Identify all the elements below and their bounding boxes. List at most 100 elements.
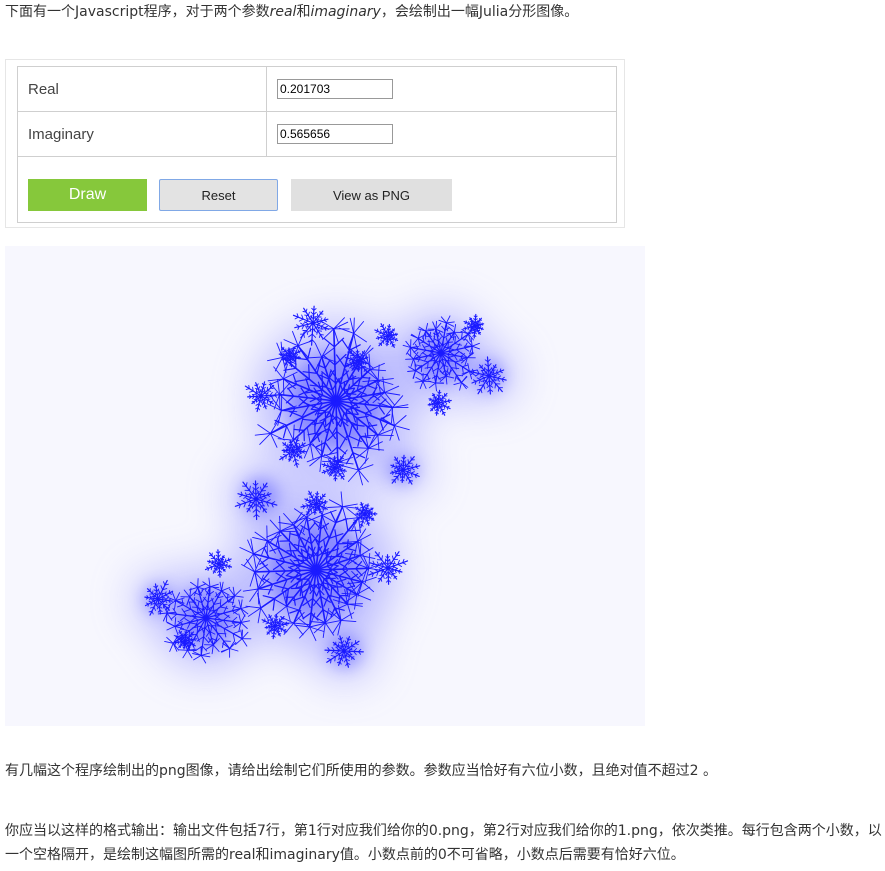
fractal-spike <box>211 625 222 627</box>
fractal-spike <box>435 374 437 384</box>
fractal-spike <box>397 563 403 567</box>
fractal-spike <box>361 365 363 370</box>
fractal-spike <box>430 397 432 401</box>
fractal-spike <box>393 575 395 580</box>
fractal-spike <box>308 496 313 499</box>
button-row: Draw Reset View as PNG <box>17 156 617 223</box>
fractal-spike <box>294 316 299 320</box>
fractal-spike <box>248 384 250 390</box>
fractal-spike <box>397 476 399 481</box>
fractal-spike <box>446 406 449 410</box>
fractal-spike <box>395 462 400 464</box>
fractal-spike <box>245 388 250 390</box>
real-input[interactable] <box>277 79 393 99</box>
fractal-spike <box>361 503 364 506</box>
fractal-spike <box>302 311 307 313</box>
button-cell: Draw Reset View as PNG <box>17 156 617 223</box>
fractal-spike <box>394 338 397 342</box>
fractal-spike <box>306 497 309 501</box>
fractal-spike <box>396 465 402 468</box>
real-label: Real <box>17 66 267 112</box>
fractal-spike <box>296 324 300 327</box>
fractal-spike <box>347 529 361 532</box>
view-as-png-button[interactable]: View as PNG <box>291 179 452 211</box>
fractal-spike <box>355 517 360 519</box>
fractal-spike <box>292 350 296 352</box>
fractal-spike <box>283 629 285 633</box>
fractal-spike <box>178 649 188 651</box>
fractal-spike <box>266 390 272 392</box>
julia-fractal-image <box>134 305 515 679</box>
fractal-spike <box>264 618 266 622</box>
fractal-spike <box>319 333 324 336</box>
fractal-spike <box>286 448 291 450</box>
fractal-spike <box>316 313 319 318</box>
fractal-spike <box>307 311 310 317</box>
fractal-spike <box>478 327 481 330</box>
real-input-cell <box>266 66 617 112</box>
fractal-spike <box>395 554 401 557</box>
fractal-spike <box>212 603 215 613</box>
fractal-spike <box>340 476 343 480</box>
fractal-spike <box>338 473 340 478</box>
imaginary-label: Imaginary <box>17 111 267 157</box>
fractal-spike <box>295 445 298 450</box>
fractal-spike <box>379 574 384 576</box>
fractal-spike <box>187 646 189 650</box>
fractal-spike <box>305 308 308 313</box>
control-panel: Real Imaginary Draw Reset View as PNG <box>5 59 625 228</box>
fractal-spike <box>334 656 336 662</box>
fractal-spike <box>298 318 304 322</box>
fractal-spike <box>480 328 483 331</box>
draw-button[interactable]: Draw <box>28 179 147 211</box>
fractal-spike <box>407 476 412 479</box>
real-row: Real <box>17 66 617 112</box>
fractal-spike <box>330 659 332 664</box>
fractal-spike <box>249 390 254 393</box>
fractal-spike <box>337 648 342 650</box>
fractal-spike <box>227 559 231 562</box>
fractal-spike <box>282 357 285 360</box>
fractal-spike <box>231 622 242 624</box>
fractal-spike <box>217 632 227 635</box>
reset-button[interactable]: Reset <box>159 179 278 211</box>
fractal-spike <box>407 459 410 464</box>
fractal-spike <box>303 333 305 338</box>
fractal-spike <box>377 434 394 437</box>
fractal-spike <box>347 643 349 649</box>
imaginary-input[interactable] <box>277 124 393 144</box>
fractal-spike <box>497 387 500 392</box>
fractal-spike <box>492 369 496 371</box>
fractal-spike <box>364 362 367 365</box>
fractal-spike <box>347 603 363 605</box>
description-paragraph-1: 有几幅这个程序绘制出的png图像，请给出绘制它们所使用的参数。参数应当恰好有六位… <box>5 763 718 779</box>
fractal-spike <box>219 598 222 608</box>
fractal-spike <box>346 652 351 654</box>
fractal-spike <box>351 641 353 647</box>
fractal-spike <box>182 646 185 649</box>
fractal-spike <box>257 588 260 605</box>
fractal-spike <box>306 329 308 335</box>
intro-and-word: 和 <box>296 4 311 20</box>
fractal-spike <box>179 636 181 640</box>
fractal-spike <box>336 542 352 545</box>
fractal-spike <box>420 365 423 373</box>
fractal-spike <box>353 317 355 334</box>
fractal-spike <box>394 551 397 557</box>
fractal-spike <box>353 519 357 521</box>
fractal-spike <box>252 386 254 392</box>
julia-canvas <box>5 246 645 726</box>
fractal-spike <box>314 315 316 321</box>
fractal-spike <box>384 326 387 331</box>
fractal-spike <box>262 508 265 513</box>
fractal-spike <box>285 360 289 362</box>
fractal-spike <box>353 352 355 356</box>
fractal-spike <box>306 318 312 320</box>
intro-imaginary-word: imaginary <box>310 4 381 20</box>
fractal-spike <box>441 411 444 415</box>
fractal-spike <box>402 562 407 565</box>
intro-real-word: real <box>269 4 297 20</box>
fractal-spike <box>209 564 213 568</box>
fractal-spike <box>192 644 194 648</box>
intro-suffix: ，会绘制出一幅Julia分形图像。 <box>380 4 579 20</box>
